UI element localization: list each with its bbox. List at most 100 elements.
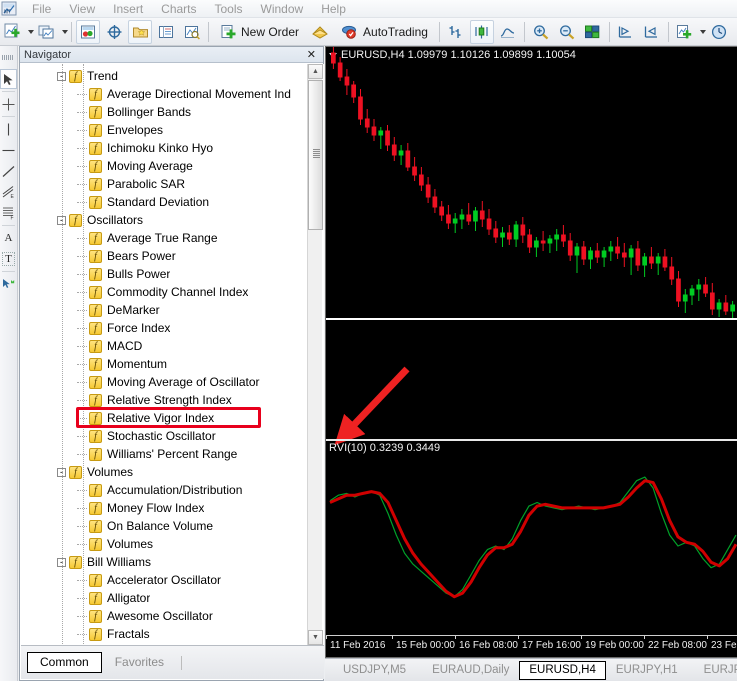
periods-button[interactable]: [707, 20, 731, 44]
tree-item-label: Relative Strength Index: [107, 393, 232, 407]
tree-item[interactable]: f Bollinger Bands: [21, 103, 324, 121]
tree-item[interactable]: f Money Flow Index: [21, 499, 324, 517]
cursor-tool[interactable]: [0, 69, 17, 89]
tree-item[interactable]: f Force Index: [21, 319, 324, 337]
zoom-out-button[interactable]: [555, 20, 579, 44]
tree-item[interactable]: f Moving Average of Oscillator: [21, 373, 324, 391]
svg-text:MT: MT: [4, 9, 11, 15]
candlestick-chart-button[interactable]: [469, 19, 494, 44]
indicators-dropdown-arrow[interactable]: [699, 29, 706, 34]
tree-group[interactable]: - f Trend: [21, 67, 324, 85]
tree-group[interactable]: - f Oscillators: [21, 211, 324, 229]
trendline-tool[interactable]: [0, 161, 17, 181]
crosshair-tool[interactable]: [0, 94, 17, 114]
navigator-panel: Navigator ✕ - f Trend f Average Directional …: [19, 46, 324, 681]
scrollbar-thumb[interactable]: [308, 80, 323, 230]
tile-windows-button[interactable]: [581, 20, 605, 44]
menu-charts[interactable]: Charts: [152, 0, 205, 18]
vertical-line-tool[interactable]: [0, 119, 17, 139]
menu-view[interactable]: View: [60, 0, 104, 18]
autotrading-button[interactable]: AutoTrading: [334, 20, 435, 44]
tree-item[interactable]: f Williams' Percent Range: [21, 445, 324, 463]
tree-connector: [77, 147, 87, 149]
tab-favorites[interactable]: Favorites: [102, 652, 177, 673]
toolbar-separator: [667, 21, 669, 42]
profiles-dropdown-arrow[interactable]: [62, 29, 68, 34]
axis-tick-mark: [326, 636, 327, 639]
menu-tools[interactable]: Tools: [206, 0, 252, 18]
close-icon[interactable]: ✕: [304, 48, 319, 61]
navigator-button[interactable]: [128, 19, 152, 44]
menu-file[interactable]: File: [23, 0, 60, 18]
rvi-indicator-pane[interactable]: RVI(10) 0.3239 0.3449: [326, 441, 737, 629]
tree-item[interactable]: f Relative Strength Index: [21, 391, 324, 409]
text-tool[interactable]: A: [0, 228, 17, 248]
tree-item[interactable]: f Envelopes: [21, 121, 324, 139]
zoom-in-button[interactable]: [529, 20, 553, 44]
data-window-button[interactable]: [102, 20, 126, 44]
indicators-button[interactable]: [673, 20, 697, 44]
tree-item[interactable]: f Relative Vigor Index: [21, 409, 324, 427]
chart-window[interactable]: EURUSD,H4 1.09979 1.10126 1.09899 1.1005…: [325, 46, 737, 658]
label-tool[interactable]: T: [0, 249, 17, 269]
tree-group[interactable]: - f Bill Williams: [21, 553, 324, 571]
metaeditor-button[interactable]: [308, 20, 332, 44]
profiles-button[interactable]: [35, 20, 59, 44]
tree-item[interactable]: f Accumulation/Distribution: [21, 481, 324, 499]
tree-item[interactable]: f Ichimoku Kinko Hyo: [21, 139, 324, 157]
auto-scroll-button[interactable]: [640, 20, 664, 44]
line-chart-button[interactable]: [496, 20, 520, 44]
tree-item[interactable]: f Moving Average: [21, 157, 324, 175]
navigator-scrollbar[interactable]: ▲ ▼: [307, 64, 323, 645]
tree-item[interactable]: f Parabolic SAR: [21, 175, 324, 193]
menu-insert[interactable]: Insert: [104, 0, 152, 18]
new-order-button[interactable]: New Order: [213, 20, 306, 44]
tree-item-label: Accelerator Oscillator: [107, 573, 222, 587]
tree-item[interactable]: f Average Directional Movement Ind: [21, 85, 324, 103]
tree-connector: [77, 363, 87, 365]
bar-chart-button[interactable]: [444, 20, 468, 44]
tree-item[interactable]: f Momentum: [21, 355, 324, 373]
toolbar-separator: [523, 21, 525, 42]
chart-tab-usdjpy-m5[interactable]: USDJPY,M5: [333, 661, 416, 680]
tree-item[interactable]: f Volumes: [21, 535, 324, 553]
tree-item[interactable]: f DeMarker: [21, 301, 324, 319]
function-f-icon: f: [89, 267, 102, 281]
tree-item[interactable]: f Commodity Channel Index: [21, 283, 324, 301]
chart-tab-eurusd-h4[interactable]: EURUSD,H4: [519, 660, 606, 680]
chart-tab-eurjpy-h1[interactable]: EURJPY,H1: [606, 661, 688, 680]
navigator-tree: - f Trend f Average Directional Movement Ind…: [21, 64, 324, 645]
equidistant-channel-tool[interactable]: E: [0, 182, 17, 202]
chevron-down-icon[interactable]: ▼: [308, 630, 323, 645]
tree-item[interactable]: f Bears Power: [21, 247, 324, 265]
tree-item[interactable]: f MACD: [21, 337, 324, 355]
tree-item[interactable]: f Average True Range: [21, 229, 324, 247]
tree-item[interactable]: f On Balance Volume: [21, 517, 324, 535]
tree-item[interactable]: f Stochastic Oscillator: [21, 427, 324, 445]
chart-shift-button[interactable]: [614, 20, 638, 44]
arrows-tool[interactable]: [0, 274, 17, 294]
tab-common[interactable]: Common: [27, 652, 102, 673]
axis-tick-mark: [644, 636, 645, 639]
tree-item[interactable]: f Fractals: [21, 625, 324, 643]
tree-item[interactable]: f Accelerator Oscillator: [21, 571, 324, 589]
chevron-up-icon[interactable]: ▲: [308, 64, 323, 79]
menu-help[interactable]: Help: [312, 0, 355, 18]
new-chart-button[interactable]: [1, 20, 25, 44]
terminal-button[interactable]: [154, 20, 178, 44]
chart-tab-eurjpy-h1-2[interactable]: EURJPY,H1: [694, 661, 737, 680]
tree-group[interactable]: - f Volumes: [21, 463, 324, 481]
menu-window[interactable]: Window: [252, 0, 313, 18]
navigator-title-bar: Navigator ✕: [20, 47, 323, 63]
tree-item[interactable]: f Bulls Power: [21, 265, 324, 283]
tree-item[interactable]: f Standard Deviation: [21, 193, 324, 211]
strategy-tester-button[interactable]: [180, 20, 204, 44]
market-watch-button[interactable]: [76, 19, 100, 44]
chart-tab-euraud-daily[interactable]: EURAUD,Daily: [422, 661, 519, 680]
new-chart-dropdown-arrow[interactable]: [28, 29, 34, 34]
horizontal-line-tool[interactable]: [0, 140, 17, 160]
tree-item[interactable]: f Awesome Oscillator: [21, 607, 324, 625]
fibonacci-tool[interactable]: F: [0, 203, 17, 223]
price-pane[interactable]: [326, 47, 737, 319]
tree-item[interactable]: f Alligator: [21, 589, 324, 607]
